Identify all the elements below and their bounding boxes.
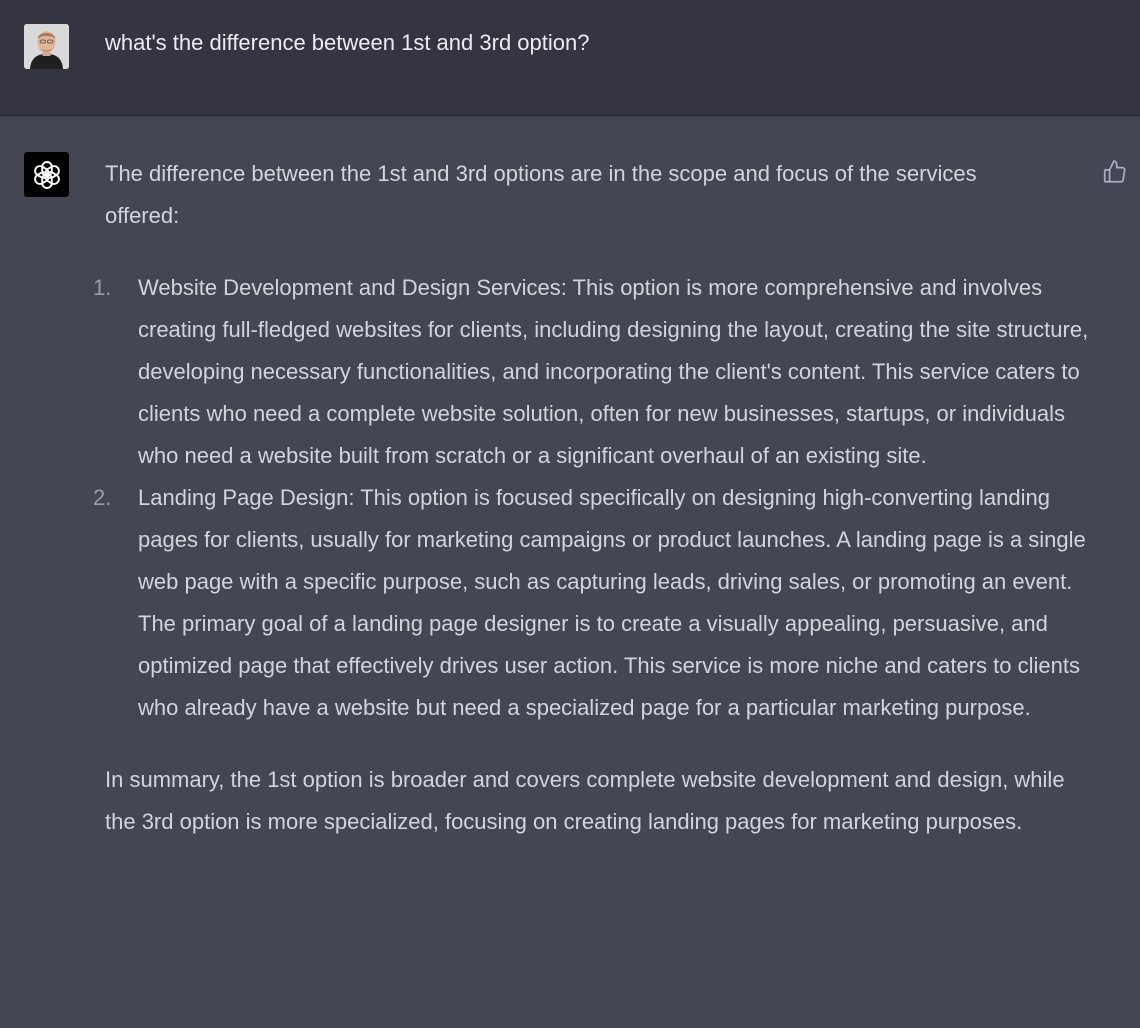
list-item-text: Landing Page Design: This option is focu… (138, 485, 1086, 720)
openai-logo-icon (31, 160, 62, 189)
list-number: 1. (93, 275, 112, 300)
list-item: 2. Landing Page Design: This option is f… (93, 477, 1095, 729)
user-avatar (24, 24, 69, 69)
assistant-intro: The difference between the 1st and 3rd o… (105, 161, 977, 228)
assistant-avatar (24, 152, 69, 197)
list-item: 1. Website Development and Design Servic… (93, 267, 1095, 477)
user-message-text: what's the difference between 1st and 3r… (105, 30, 590, 55)
assistant-summary: In summary, the 1st option is broader an… (105, 767, 1065, 834)
assistant-message-content: The difference between the 1st and 3rd o… (93, 153, 1095, 843)
list-item-text: Website Development and Design Services:… (138, 275, 1089, 468)
answer-list: 1. Website Development and Design Servic… (93, 267, 1095, 729)
chat-page: what's the difference between 1st and 3r… (0, 0, 1140, 1028)
user-message-row: what's the difference between 1st and 3r… (0, 0, 1140, 116)
list-number: 2. (93, 485, 112, 510)
thumbs-up-icon (1103, 160, 1126, 183)
thumbs-up-button[interactable] (1102, 159, 1128, 185)
user-avatar-photo (24, 24, 69, 69)
assistant-message-row: The difference between the 1st and 3rd o… (0, 116, 1140, 1028)
